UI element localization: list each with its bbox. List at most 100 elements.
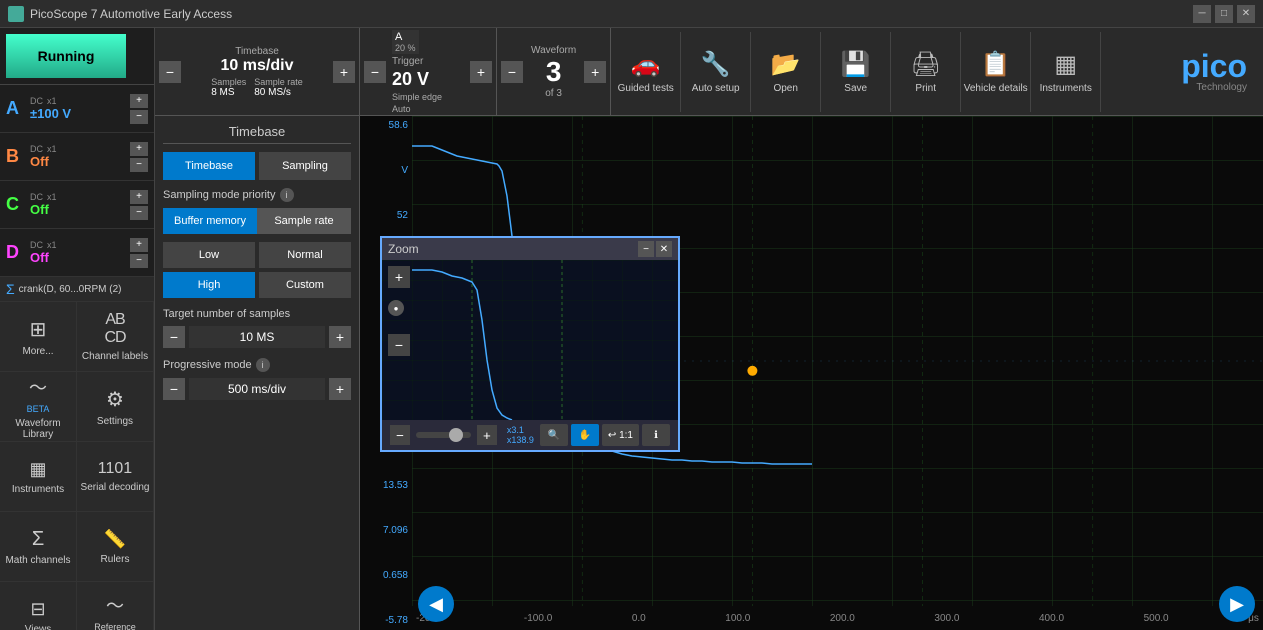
progressive-mode-minus[interactable]: −	[163, 378, 185, 400]
views-button[interactable]: ⊟ Views	[0, 582, 77, 630]
y-label-7: 13.53	[360, 480, 412, 491]
running-button[interactable]: Running	[6, 34, 126, 78]
chart-area: 58.6 V 52 45 39 32 26.41 19.97 13.53 7.0…	[360, 116, 1263, 630]
open-button[interactable]: 📂 Open	[751, 32, 821, 112]
priority-custom-button[interactable]: Custom	[259, 272, 351, 298]
zoom-scale-x: x3.1	[507, 425, 534, 435]
y-label-9: 0.658	[360, 570, 412, 581]
channel-labels-button[interactable]: ABCD Channel labels	[77, 302, 154, 372]
auto-setup-button[interactable]: 🔧 Auto setup	[681, 32, 751, 112]
priority-low-button[interactable]: Low	[163, 242, 255, 268]
waveform-minus-button[interactable]: −	[501, 61, 523, 83]
priority-high-button[interactable]: High	[163, 272, 255, 298]
math-channels-button[interactable]: Σ Math channels	[0, 512, 77, 582]
channel-c[interactable]: C DC x1 Off + −	[0, 181, 154, 229]
print-button[interactable]: 🖨 Print	[891, 32, 961, 112]
target-samples-plus[interactable]: +	[329, 326, 351, 348]
waveform-plus-button[interactable]: +	[584, 61, 606, 83]
zoom-slider-thumb[interactable]	[449, 428, 463, 442]
reference-waveforms-button[interactable]: 〜 Reference waveforms	[77, 582, 154, 630]
views-icon: ⊟	[30, 599, 45, 620]
sample-rate-tab[interactable]: Sample rate	[257, 208, 351, 234]
channels-list: A DC x1 ±100 V + − B DC	[0, 85, 154, 630]
zoom-plus-slider-button[interactable]: +	[477, 425, 497, 445]
channel-d-minus[interactable]: −	[130, 254, 148, 268]
channel-a-minus[interactable]: −	[130, 110, 148, 124]
channel-b[interactable]: B DC x1 Off + −	[0, 133, 154, 181]
instruments-bottom-button[interactable]: ▦ Instruments	[0, 442, 77, 512]
sampling-tab[interactable]: Sampling	[259, 152, 351, 180]
trigger-plus-button[interactable]: +	[470, 61, 492, 83]
zoom-reset-button[interactable]: ↩ 1:1	[602, 424, 639, 446]
zoom-plus-top-button[interactable]: +	[388, 266, 410, 288]
serial-decoding-button[interactable]: 1101 Serial decoding	[77, 442, 154, 512]
minimize-button[interactable]: ─	[1193, 5, 1211, 23]
timebase-tab[interactable]: Timebase	[163, 152, 255, 180]
serial-icon: 1101	[98, 460, 132, 478]
zoom-magnify-button[interactable]: 🔍	[540, 424, 568, 446]
trigger-label: Trigger	[392, 56, 464, 67]
zoom-selector-dot[interactable]: ●	[388, 300, 404, 316]
zoom-close-button[interactable]: ✕	[656, 241, 672, 257]
zoom-minus-top-button[interactable]: −	[388, 334, 410, 356]
x-label-4: 200.0	[830, 613, 855, 624]
close-button[interactable]: ✕	[1237, 5, 1255, 23]
folder-icon: 📂	[771, 50, 801, 79]
zoom-info-button[interactable]: ℹ	[642, 424, 670, 446]
maximize-button[interactable]: □	[1215, 5, 1233, 23]
channel-d[interactable]: D DC x1 Off + −	[0, 229, 154, 277]
channel-d-plus[interactable]: +	[130, 238, 148, 252]
channel-c-minus[interactable]: −	[130, 206, 148, 220]
more-button[interactable]: ⊞ More...	[0, 302, 77, 372]
zoom-pan-button[interactable]: ✋	[571, 424, 599, 446]
nav-left-button[interactable]: ◀	[418, 586, 454, 622]
target-samples-minus[interactable]: −	[163, 326, 185, 348]
priority-normal-button[interactable]: Normal	[259, 242, 351, 268]
timebase-panel: − Timebase 10 ms/div Samples 8 MS Sample…	[155, 28, 360, 630]
channel-c-letter: C	[6, 194, 26, 215]
trigger-value: 20 V	[392, 69, 464, 90]
instruments-top-icon: ▦	[1054, 50, 1077, 79]
channel-a[interactable]: A DC x1 ±100 V + −	[0, 85, 154, 133]
trigger-minus-button[interactable]: −	[364, 61, 386, 83]
zoom-titlebar[interactable]: Zoom − ✕	[382, 238, 678, 260]
y-label-unit: V	[360, 165, 412, 176]
channel-a-letter: A	[6, 98, 26, 119]
zoom-minus-slider-button[interactable]: −	[390, 425, 410, 445]
channel-d-mult: x1	[47, 240, 57, 250]
sigma-bottom-icon: Σ	[32, 528, 44, 551]
instruments-button[interactable]: ▦ Instruments	[1031, 32, 1101, 112]
math-channel-label: crank(D, 60...0RPM (2)	[19, 284, 122, 295]
zoom-chart-area: + ● −	[382, 260, 678, 420]
save-button[interactable]: 💾 Save	[821, 32, 891, 112]
math-channel-item[interactable]: Σ crank(D, 60...0RPM (2)	[0, 277, 154, 302]
channel-d-dc: DC	[30, 240, 43, 250]
zoom-chart-svg	[382, 260, 678, 420]
channel-b-minus[interactable]: −	[130, 158, 148, 172]
x-label-3: 100.0	[725, 613, 750, 624]
pico-logo-text: pico	[1181, 50, 1247, 82]
waveform-number: 3	[546, 58, 562, 86]
channel-c-plus[interactable]: +	[130, 190, 148, 204]
timebase-plus-button[interactable]: +	[333, 61, 355, 83]
timebase-minus-button[interactable]: −	[159, 61, 181, 83]
rulers-button[interactable]: 📏 Rulers	[77, 512, 154, 582]
zoom-slider[interactable]	[416, 432, 471, 438]
vehicle-details-button[interactable]: 📋 Vehicle details	[961, 32, 1031, 112]
waveform-library-button[interactable]: 〜 BETA Waveform Library	[0, 372, 77, 442]
sampling-info-icon[interactable]: i	[280, 188, 294, 202]
progressive-mode-plus[interactable]: +	[329, 378, 351, 400]
channel-b-plus[interactable]: +	[130, 142, 148, 156]
buffer-memory-tab[interactable]: Buffer memory	[163, 208, 257, 234]
app-title: PicoScope 7 Automotive Early Access	[30, 7, 232, 21]
channel-a-plus[interactable]: +	[130, 94, 148, 108]
zoom-minimize-button[interactable]: −	[638, 241, 654, 257]
progressive-info-icon[interactable]: i	[256, 358, 270, 372]
timebase-header-label: Timebase	[235, 46, 279, 57]
guided-tests-button[interactable]: 🚗 Guided tests	[611, 32, 681, 112]
nav-right-button[interactable]: ▶	[1219, 586, 1255, 622]
settings-button[interactable]: ⚙ Settings	[77, 372, 154, 442]
timebase-header-value: 10 ms/div	[221, 57, 294, 75]
samples-value: 8 MS	[211, 87, 246, 98]
channel-a-mult: x1	[47, 96, 57, 106]
